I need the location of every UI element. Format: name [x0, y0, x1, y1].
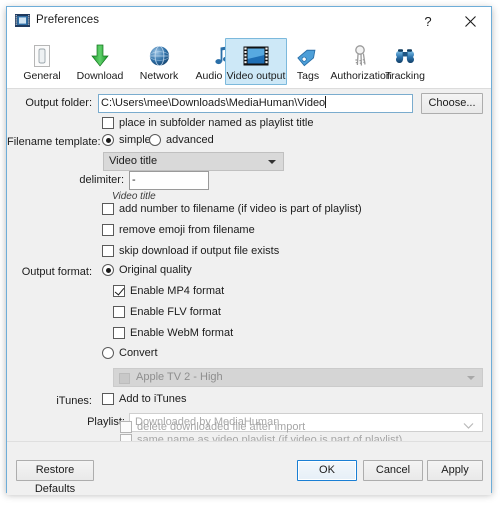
- help-icon: ?: [424, 13, 432, 29]
- filename-template-select[interactable]: Video title: [103, 152, 284, 171]
- keys-icon: [346, 42, 376, 70]
- film-strip-icon: [15, 13, 30, 28]
- checkbox-box: [102, 224, 114, 236]
- chevron-down-icon: [268, 160, 276, 164]
- video-output-settings-pane: Output folder: C:\Users\mee\Downloads\Me…: [7, 89, 491, 446]
- convert-preset-value: Apple TV 2 - High: [136, 371, 223, 383]
- radio-dot: [102, 134, 114, 146]
- tab-general[interactable]: General: [15, 38, 69, 85]
- close-icon: [464, 15, 476, 27]
- checkbox-label: Enable WebM format: [130, 327, 234, 339]
- add-number-to-filename-checkbox[interactable]: add number to filename (if video is part…: [102, 203, 362, 215]
- download-arrow-icon: [85, 42, 115, 70]
- close-button[interactable]: [449, 7, 491, 35]
- radio-convert[interactable]: Convert: [102, 347, 158, 359]
- preferences-toolbar: General Download Network Audio Video out…: [7, 36, 491, 89]
- help-button[interactable]: ?: [407, 7, 449, 35]
- delimiter-value: -: [132, 174, 136, 186]
- radio-dot: [102, 347, 114, 359]
- tab-label: Video output: [226, 70, 286, 82]
- checkbox-box: [120, 421, 132, 433]
- checkbox-label: Add to iTunes: [119, 393, 187, 405]
- place-in-subfolder-checkbox[interactable]: place in subfolder named as playlist tit…: [102, 117, 313, 129]
- apply-button[interactable]: Apply: [427, 460, 483, 481]
- checkbox-label: skip download if output file exists: [119, 245, 280, 257]
- preset-thumb-icon: [119, 373, 130, 384]
- radio-advanced[interactable]: advanced: [149, 134, 214, 146]
- checkbox-box: [102, 245, 114, 257]
- radio-original-quality[interactable]: Original quality: [102, 264, 192, 276]
- choose-folder-button[interactable]: Choose...: [421, 93, 483, 114]
- text-caret: [325, 96, 327, 108]
- delimiter-input[interactable]: -: [129, 171, 209, 190]
- filename-template-label: Filename template:: [7, 136, 101, 148]
- checkbox-label: add number to filename (if video is part…: [119, 203, 362, 215]
- checkbox-box: [102, 393, 114, 405]
- remove-emoji-checkbox[interactable]: remove emoji from filename: [102, 224, 255, 236]
- radio-label: advanced: [166, 134, 214, 146]
- checkbox-label: delete downloaded file after import: [137, 421, 306, 433]
- filename-preview: Video title: [112, 191, 156, 202]
- enable-flv-checkbox[interactable]: Enable FLV format: [113, 306, 221, 318]
- chevron-down-icon: [463, 419, 474, 431]
- checkbox-box: [113, 285, 125, 297]
- binoculars-icon: [390, 42, 420, 70]
- checkbox-box: [102, 117, 114, 129]
- convert-preset-select[interactable]: Apple TV 2 - High: [113, 368, 483, 387]
- checkbox-label: remove emoji from filename: [119, 224, 255, 236]
- radio-label: Original quality: [119, 264, 192, 276]
- tab-label: Network: [139, 70, 179, 82]
- output-folder-value: C:\Users\mee\Downloads\MediaHuman\Video: [101, 97, 326, 109]
- tab-tracking[interactable]: Tracking: [377, 38, 433, 85]
- radio-dot: [102, 264, 114, 276]
- output-folder-input[interactable]: C:\Users\mee\Downloads\MediaHuman\Video: [98, 94, 413, 113]
- ok-button[interactable]: OK: [297, 460, 357, 481]
- playlist-label: Playlist:: [87, 416, 125, 428]
- globe-icon: [144, 42, 174, 70]
- output-format-label: Output format:: [21, 266, 92, 278]
- delimiter-label: delimiter:: [79, 174, 124, 186]
- title-bar: Preferences ?: [7, 7, 491, 36]
- restore-defaults-button[interactable]: Restore Defaults: [16, 460, 94, 495]
- preferences-window: Preferences ? General Download Network A…: [6, 6, 492, 495]
- tab-network[interactable]: Network: [131, 38, 187, 85]
- checkbox-box: [102, 203, 114, 215]
- window-title: Preferences: [36, 14, 100, 26]
- tab-label: Tracking: [385, 70, 425, 82]
- skip-download-checkbox[interactable]: skip download if output file exists: [102, 245, 279, 257]
- enable-mp4-checkbox[interactable]: Enable MP4 format: [113, 285, 224, 297]
- output-folder-label: Output folder:: [25, 97, 92, 109]
- checkbox-label: Enable FLV format: [130, 306, 221, 318]
- delete-after-import-checkbox[interactable]: delete downloaded file after import: [120, 421, 305, 433]
- radio-label: simple: [119, 134, 151, 146]
- itunes-label: iTunes:: [56, 395, 92, 407]
- document-icon: [27, 42, 57, 70]
- cancel-button[interactable]: Cancel: [363, 460, 423, 481]
- tab-download[interactable]: Download: [69, 38, 131, 85]
- chevron-down-icon: [467, 376, 475, 380]
- tab-video-output[interactable]: Video output: [225, 38, 287, 85]
- checkbox-box: [113, 306, 125, 318]
- add-to-itunes-checkbox[interactable]: Add to iTunes: [102, 393, 186, 405]
- checkbox-box: [113, 327, 125, 339]
- enable-webm-checkbox[interactable]: Enable WebM format: [113, 327, 233, 339]
- radio-simple[interactable]: simple: [102, 134, 151, 146]
- tab-label: Download: [76, 70, 124, 82]
- film-strip-icon: [241, 42, 271, 70]
- dialog-footer: delete downloaded file after import Rest…: [7, 421, 491, 495]
- tab-label: General: [23, 70, 61, 82]
- radio-dot: [149, 134, 161, 146]
- checkbox-label: Enable MP4 format: [130, 285, 225, 297]
- tab-label: Tags: [296, 70, 320, 82]
- filename-template-value: Video title: [109, 155, 158, 167]
- radio-label: Convert: [119, 347, 158, 359]
- checkbox-label: place in subfolder named as playlist tit…: [119, 117, 314, 129]
